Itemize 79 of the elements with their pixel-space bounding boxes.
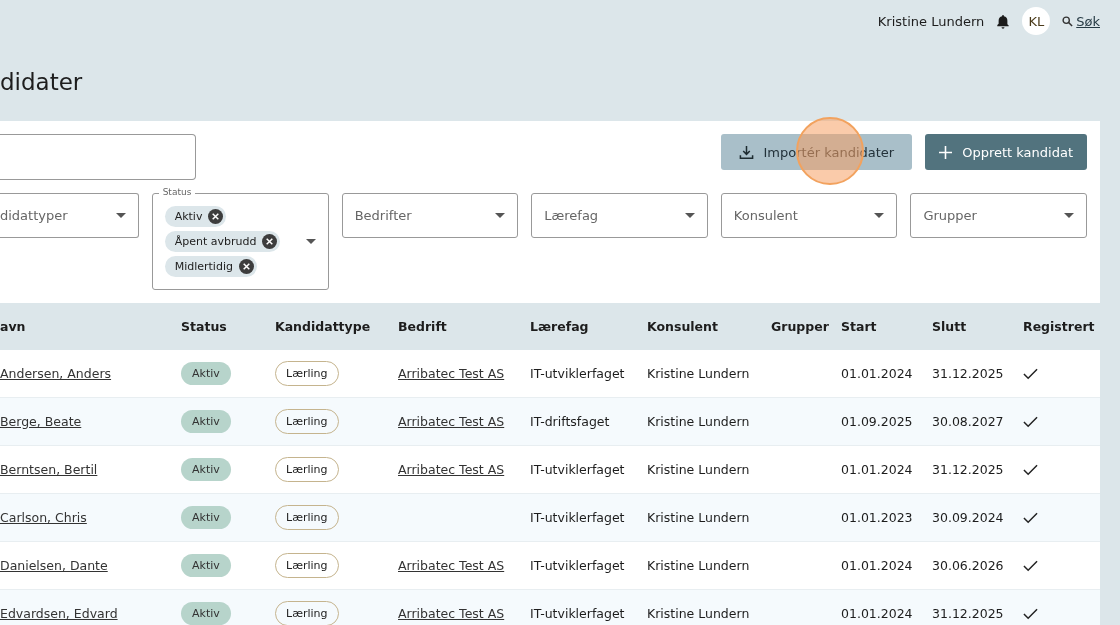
caret-icon (305, 239, 316, 244)
remove-icon[interactable] (238, 259, 254, 274)
filter-dropdown[interactable]: Konsulent (720, 193, 898, 238)
column-header: Registrert (1023, 319, 1096, 334)
filter-chip: Åpent avbrudd (164, 231, 281, 252)
caret-icon (495, 213, 506, 218)
user-name: Kristine Lundern (877, 13, 985, 29)
column-header: Start (841, 319, 878, 334)
candidate-link[interactable]: Danielsen, Dante (0, 558, 108, 573)
table-cell: Kristine Lundern (647, 606, 750, 621)
table-cell: IT-utviklerfaget (530, 462, 625, 477)
table-cell: 01.01.2024 (841, 366, 913, 381)
company-link[interactable]: Arribatec Test AS (398, 366, 505, 381)
table-cell: 01.09.2025 (841, 414, 913, 429)
table-cell: Kristine Lundern (647, 558, 750, 573)
status-badge: Aktiv (181, 458, 231, 481)
column-header: Kandidattype (275, 319, 372, 334)
filter-chip: Midlertidig (164, 256, 257, 277)
table-cell: Kristine Lundern (647, 366, 750, 381)
filter-chip: Aktiv (164, 206, 227, 227)
remove-icon[interactable] (262, 234, 278, 249)
company-link[interactable]: Arribatec Test AS (398, 558, 505, 573)
caret-icon (684, 213, 695, 218)
floating-label: Status (158, 186, 196, 198)
filter-dropdown[interactable]: didattyper (0, 193, 139, 238)
table-cell: IT-utviklerfaget (530, 366, 625, 381)
company-link[interactable]: Arribatec Test AS (398, 414, 505, 429)
company-link[interactable]: Arribatec Test AS (398, 606, 505, 621)
table-cell: IT-driftsfaget (530, 414, 610, 429)
table-cell: 30.09.2024 (932, 510, 1004, 525)
table-cell: 30.08.2027 (932, 414, 1004, 429)
filter-dropdown[interactable]: Grupper (910, 193, 1088, 238)
status-badge: Aktiv (181, 554, 231, 577)
table-cell: 31.12.2025 (932, 366, 1004, 381)
table-cell: 31.12.2025 (932, 606, 1004, 621)
column-header: Slutt (932, 319, 968, 334)
remove-icon[interactable] (208, 209, 224, 224)
table-cell: 01.01.2024 (841, 606, 913, 621)
create-button[interactable]: Opprett kandidat (925, 134, 1087, 170)
candidate-link[interactable]: Andersen, Anders (0, 366, 112, 381)
candidate-link[interactable]: Carlson, Chris (0, 510, 87, 525)
column-header: Lærefag (530, 319, 590, 334)
table-cell: IT-utviklerfaget (530, 558, 625, 573)
status-badge: Aktiv (181, 410, 231, 433)
caret-icon (874, 213, 885, 218)
column-header: Grupper (771, 319, 830, 334)
status-badge: Aktiv (181, 602, 231, 625)
table-cell: 30.06.2026 (932, 558, 1004, 573)
candidate-link[interactable]: Edvardsen, Edvard (0, 606, 118, 621)
table-cell: IT-utviklerfaget (530, 510, 625, 525)
table-cell: 01.01.2023 (841, 510, 913, 525)
user-avatar[interactable]: KL (1022, 7, 1051, 35)
filter-dropdown[interactable]: Lærefag (531, 193, 708, 238)
plus-icon (939, 145, 953, 159)
column-header: Status (181, 319, 228, 334)
table-cell: 01.01.2024 (841, 462, 913, 477)
company-link[interactable]: Arribatec Test AS (398, 462, 505, 477)
search-link[interactable]: Søk (1062, 13, 1100, 29)
status-badge: Aktiv (181, 362, 231, 385)
caret-icon (1064, 213, 1075, 218)
column-header: avn (0, 319, 27, 334)
table-cell: Kristine Lundern (647, 462, 750, 477)
download-icon (738, 144, 754, 160)
table-cell: 01.01.2024 (841, 558, 913, 573)
page-title: didater (0, 68, 84, 97)
table-cell: Kristine Lundern (647, 510, 750, 525)
status-badge: Aktiv (181, 506, 231, 529)
table-cell: Kristine Lundern (647, 414, 750, 429)
table-cell: 31.12.2025 (932, 462, 1004, 477)
bell-icon[interactable] (996, 12, 1011, 30)
search-icon[interactable] (1062, 15, 1074, 27)
candidate-link[interactable]: Berntsen, Bertil (0, 462, 98, 477)
filter-dropdown[interactable]: Bedrifter (341, 193, 519, 238)
column-header: Bedrift (398, 319, 448, 334)
caret-icon (115, 213, 126, 218)
column-header: Konsulent (647, 319, 719, 334)
candidate-link[interactable]: Berge, Beate (0, 414, 82, 429)
table-cell: IT-utviklerfaget (530, 606, 625, 621)
search-field[interactable] (0, 134, 196, 180)
